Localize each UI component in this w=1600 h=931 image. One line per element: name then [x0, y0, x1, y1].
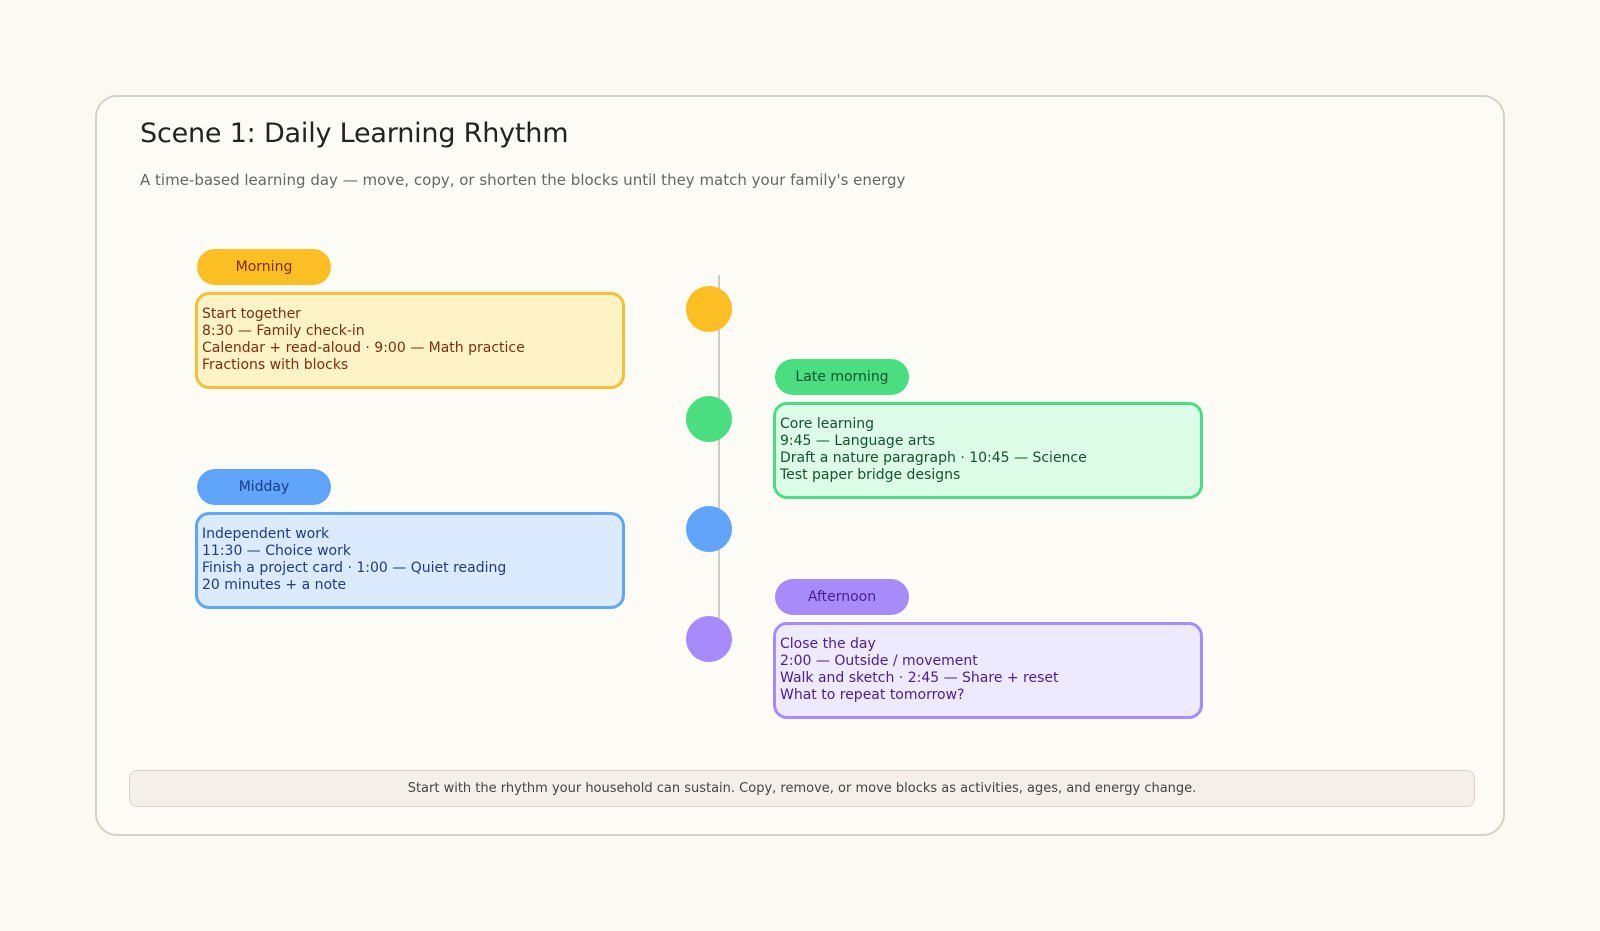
block-heading: Start together [202, 306, 301, 322]
label-pill-morning[interactable]: Morning [197, 249, 331, 285]
scene-subtitle: A time-based learning day — move, copy, … [140, 171, 906, 189]
block-line: 11:30 — Choice work [202, 543, 351, 559]
block-line: 20 minutes + a note [202, 577, 347, 593]
block-line: Draft a nature paragraph · 10:45 — Scien… [780, 450, 1087, 466]
block-line: Fractions with blocks [202, 357, 349, 373]
block-card-late-morning[interactable]: Core learning 9:45 — Language arts Draft… [773, 402, 1203, 499]
block-heading: Close the day [780, 636, 876, 652]
timeline-rail [718, 275, 720, 655]
pill-label: Midday [238, 479, 290, 495]
block-line: Walk and sketch · 2:45 — Share + reset [780, 670, 1059, 686]
timeline-dot-morning[interactable] [686, 286, 732, 332]
footer-tip: Start with the rhythm your household can… [129, 770, 1475, 807]
pill-label: Morning [235, 259, 293, 275]
block-heading: Independent work [202, 526, 330, 542]
label-pill-midday[interactable]: Midday [197, 469, 331, 505]
footer-text: Start with the rhythm your household can… [407, 781, 1197, 796]
scene-title: Scene 1: Daily Learning Rhythm [140, 118, 569, 149]
pill-label: Late morning [795, 369, 889, 385]
block-line: 9:45 — Language arts [780, 433, 935, 449]
block-card-midday[interactable]: Independent work 11:30 — Choice work Fin… [195, 512, 625, 609]
scene-frame: Scene 1: Daily Learning Rhythm A time-ba… [95, 95, 1505, 836]
block-card-afternoon[interactable]: Close the day 2:00 — Outside / movement … [773, 622, 1203, 719]
label-pill-afternoon[interactable]: Afternoon [775, 579, 909, 615]
block-heading: Core learning [780, 416, 874, 432]
pill-label: Afternoon [807, 589, 877, 605]
block-line: 2:00 — Outside / movement [780, 653, 978, 669]
block-card-morning[interactable]: Start together 8:30 — Family check-in Ca… [195, 292, 625, 389]
block-line: 8:30 — Family check-in [202, 323, 365, 339]
timeline-dot-late-morning[interactable] [686, 396, 732, 442]
block-line: Calendar + read-aloud · 9:00 — Math prac… [202, 340, 525, 356]
block-line: What to repeat tomorrow? [780, 687, 965, 703]
label-pill-late-morning[interactable]: Late morning [775, 359, 909, 395]
block-line: Test paper bridge designs [780, 467, 961, 483]
timeline-dot-afternoon[interactable] [686, 616, 732, 662]
block-line: Finish a project card · 1:00 — Quiet rea… [202, 560, 507, 576]
timeline-dot-midday[interactable] [686, 506, 732, 552]
